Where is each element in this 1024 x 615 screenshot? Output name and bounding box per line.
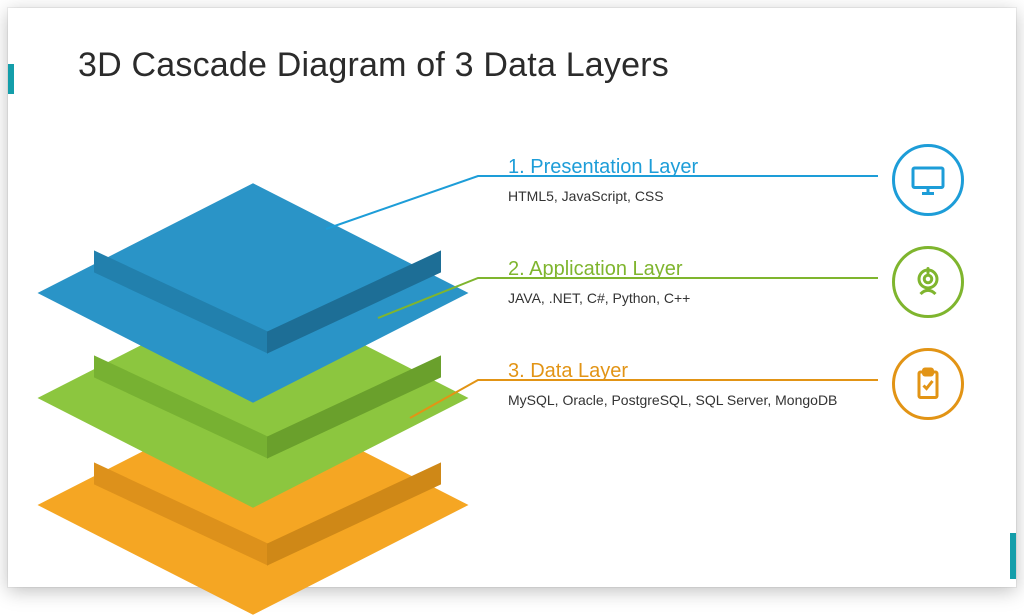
label-application: 2. Application Layer JAVA, .NET, C#, Pyt…	[508, 258, 848, 309]
diagram-stage: 1. Presentation Layer HTML5, JavaScript,…	[8, 8, 1024, 603]
label-heading: 1. Presentation Layer	[508, 156, 848, 179]
clipboard-icon	[892, 348, 964, 420]
label-heading: 2. Application Layer	[508, 258, 848, 281]
label-presentation: 1. Presentation Layer HTML5, JavaScript,…	[508, 156, 848, 207]
label-sub: HTML5, JavaScript, CSS	[508, 187, 848, 207]
label-sub: MySQL, Oracle, PostgreSQL, SQL Server, M…	[508, 391, 848, 411]
service-icon	[892, 246, 964, 318]
slide-card: 3D Cascade Diagram of 3 Data Layers	[8, 8, 1016, 587]
label-data: 3. Data Layer MySQL, Oracle, PostgreSQL,…	[508, 360, 848, 411]
label-heading: 3. Data Layer	[508, 360, 848, 383]
label-sub: JAVA, .NET, C#, Python, C++	[508, 289, 848, 309]
monitor-icon	[892, 144, 964, 216]
